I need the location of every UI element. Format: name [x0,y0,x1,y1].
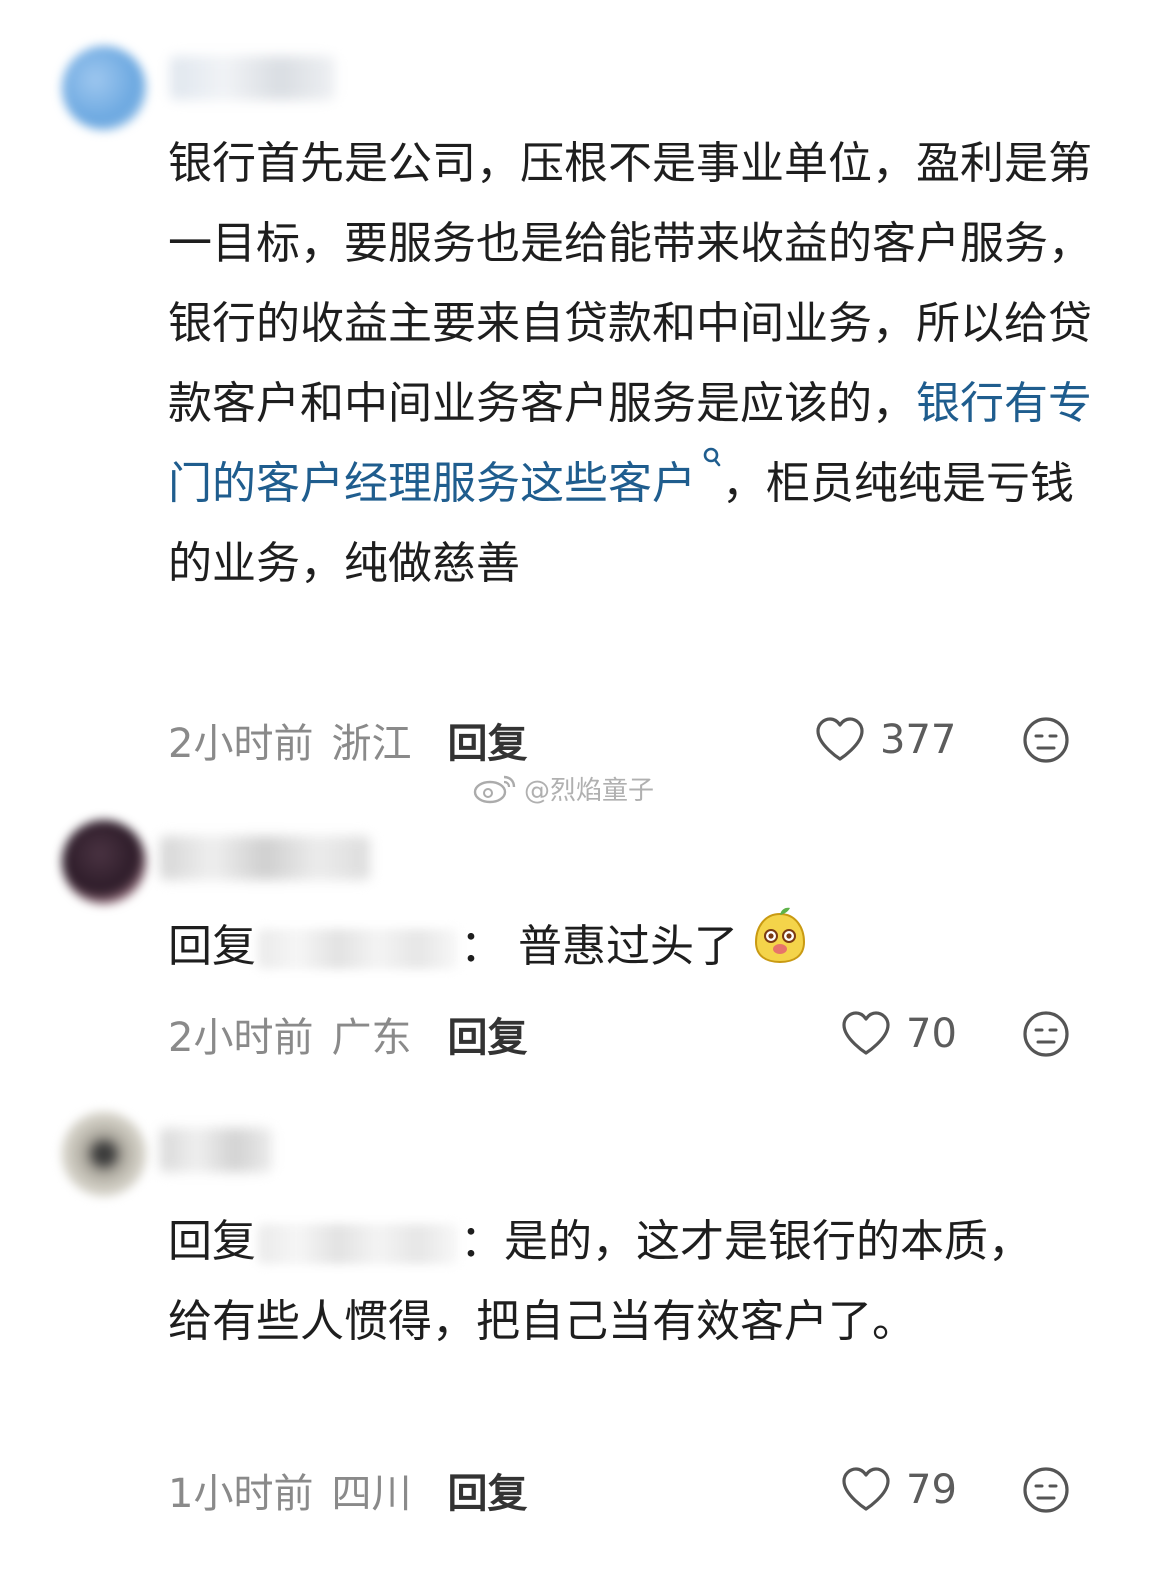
reply-prefix: 回复 [168,921,256,972]
like-button[interactable]: 79 [840,1460,957,1520]
dislike-button[interactable] [1021,1465,1071,1515]
reply-button[interactable]: 回复 [447,1461,527,1519]
neutral-face-icon [1023,1467,1069,1513]
like-count: 377 [880,717,957,763]
watermark-text: @烈焰童子 [524,775,655,806]
username[interactable] [160,1128,272,1172]
avatar[interactable] [62,46,146,130]
username[interactable] [160,836,370,880]
timestamp: 2小时前 [168,721,314,767]
location: 广东 [331,1015,412,1061]
heart-outline-icon [842,1467,890,1511]
heart-outline-icon [842,1011,890,1055]
comment-meta: 2小时前 广东 回复 [168,1004,527,1064]
comment-text: 回复 ：是的，这才是银行的本质，给有些人惯得，把自己当有效客户了。 [168,1216,1032,1347]
mango-sticker-emoji [752,906,808,992]
reply-target-name[interactable] [258,1224,458,1264]
dislike-button[interactable] [1021,1009,1071,1059]
reply-target-name[interactable] [258,929,458,969]
search-icon [702,444,722,484]
dislike-button[interactable] [1021,715,1071,765]
avatar[interactable] [62,1112,146,1196]
comment-text: 回复： 普惠过头了 [168,906,1108,992]
like-count: 70 [906,1011,957,1057]
comment-body: 普惠过头了 [518,921,738,972]
weibo-logo-icon [473,775,516,804]
neutral-face-icon [1023,717,1069,763]
location: 浙江 [331,721,412,767]
comment-meta: 2小时前 浙江 回复 [168,710,527,770]
reply-button[interactable]: 回复 [447,711,527,769]
reply-button[interactable]: 回复 [447,1005,527,1063]
timestamp: 1小时前 [168,1471,314,1517]
watermark: @烈焰童子 [472,768,654,808]
username[interactable] [170,56,335,100]
heart-outline-icon [816,717,864,761]
comment-text: 银行首先是公司，压根不是事业单位，盈利是第一目标，要服务也是给能带来收益的客户服… [168,124,1108,604]
location: 四川 [331,1471,412,1517]
like-count: 79 [906,1467,957,1513]
neutral-face-icon [1023,1011,1069,1057]
like-button[interactable]: 70 [840,1004,957,1064]
timestamp: 2小时前 [168,1015,314,1061]
avatar[interactable] [62,820,146,904]
reply-prefix: 回复 [168,1216,256,1267]
comment-meta: 1小时前 四川 回复 [168,1460,527,1520]
like-button[interactable]: 377 [814,710,956,770]
